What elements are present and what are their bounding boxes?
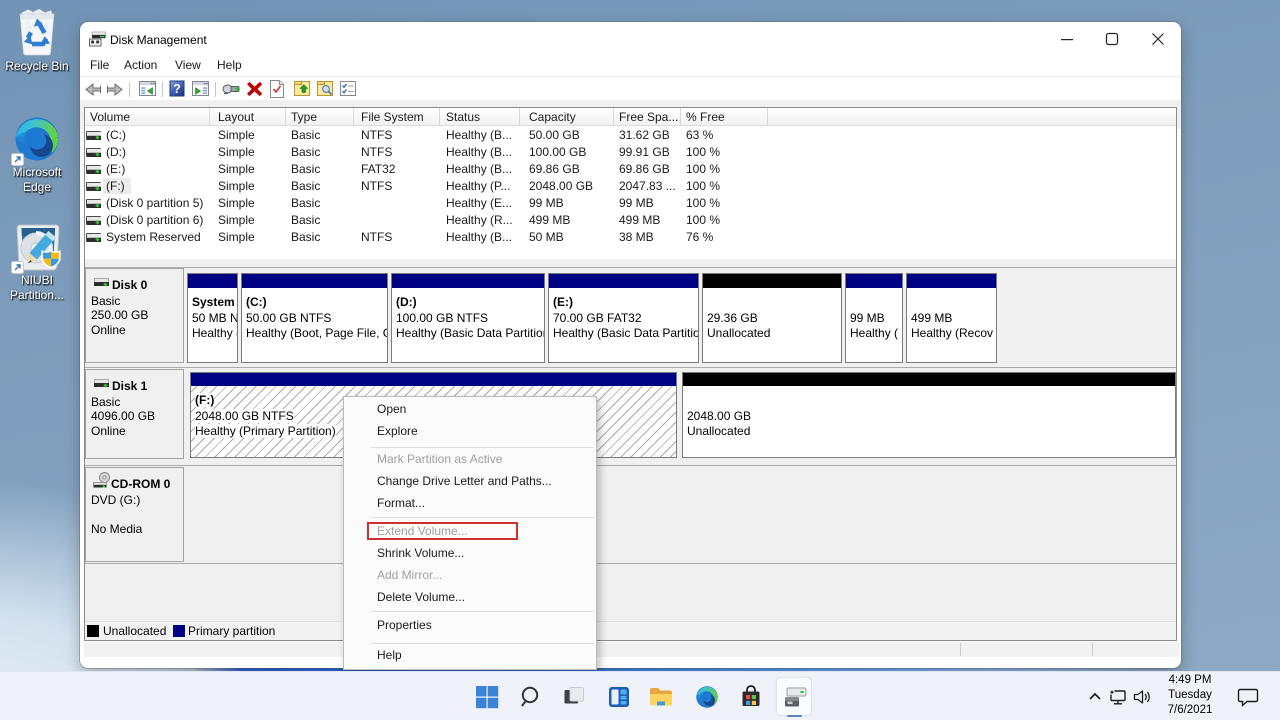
- svg-text:?: ?: [173, 82, 181, 96]
